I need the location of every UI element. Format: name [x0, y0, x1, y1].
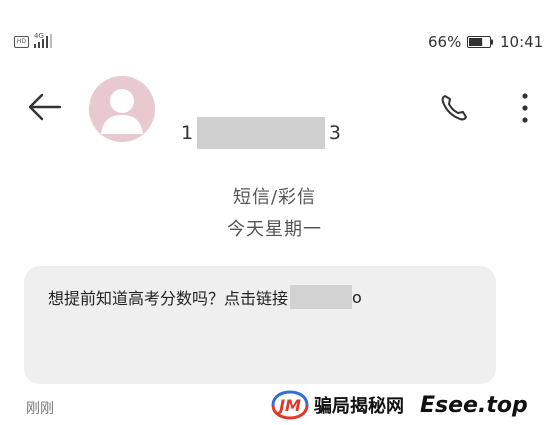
contact-number-first: 1: [181, 122, 194, 144]
battery-percent: 66%: [428, 33, 462, 51]
hd-badge: HD: [14, 36, 29, 48]
signal-icon: 4G: [34, 32, 52, 48]
message-timestamp: 刚刚: [26, 401, 54, 417]
person-icon: [101, 89, 143, 134]
watermark-logo: JM: [271, 390, 309, 420]
watermark-logo-text: JM: [276, 396, 301, 415]
contact-avatar[interactable]: [89, 76, 155, 142]
more-button[interactable]: [515, 90, 535, 126]
message-text-row: 想提前知道高考分数吗？点击链接 o: [48, 285, 362, 309]
watermark-en-text: Esee.top: [420, 392, 528, 418]
message-link-tail: o: [352, 287, 362, 307]
call-button[interactable]: [438, 92, 470, 124]
contact-number-last: 3: [328, 122, 341, 144]
status-time: 10:41: [500, 33, 544, 51]
message-text: 想提前知道高考分数吗？点击链接: [48, 289, 289, 308]
more-vertical-icon: [522, 93, 528, 123]
conversation-date-label: 今天星期一: [227, 219, 322, 240]
conversation-type-label: 短信/彩信: [232, 187, 317, 208]
back-button[interactable]: [26, 92, 62, 122]
status-bar: HD 4G 66% 10:41: [0, 0, 549, 90]
phone-icon: [441, 95, 467, 121]
message-bubble[interactable]: 想提前知道高考分数吗？点击链接 o: [24, 266, 496, 384]
message-link-redaction[interactable]: [290, 285, 353, 309]
contact-number: 1 3: [181, 117, 341, 149]
contact-number-redaction: [197, 117, 325, 149]
watermark: JM 骗局揭秘网 Esee.top: [268, 388, 528, 422]
arrow-left-icon: [28, 93, 62, 121]
battery-icon: [467, 36, 493, 48]
network-label: 4G: [34, 32, 44, 40]
watermark-cn-text: 骗局揭秘网: [314, 396, 404, 417]
